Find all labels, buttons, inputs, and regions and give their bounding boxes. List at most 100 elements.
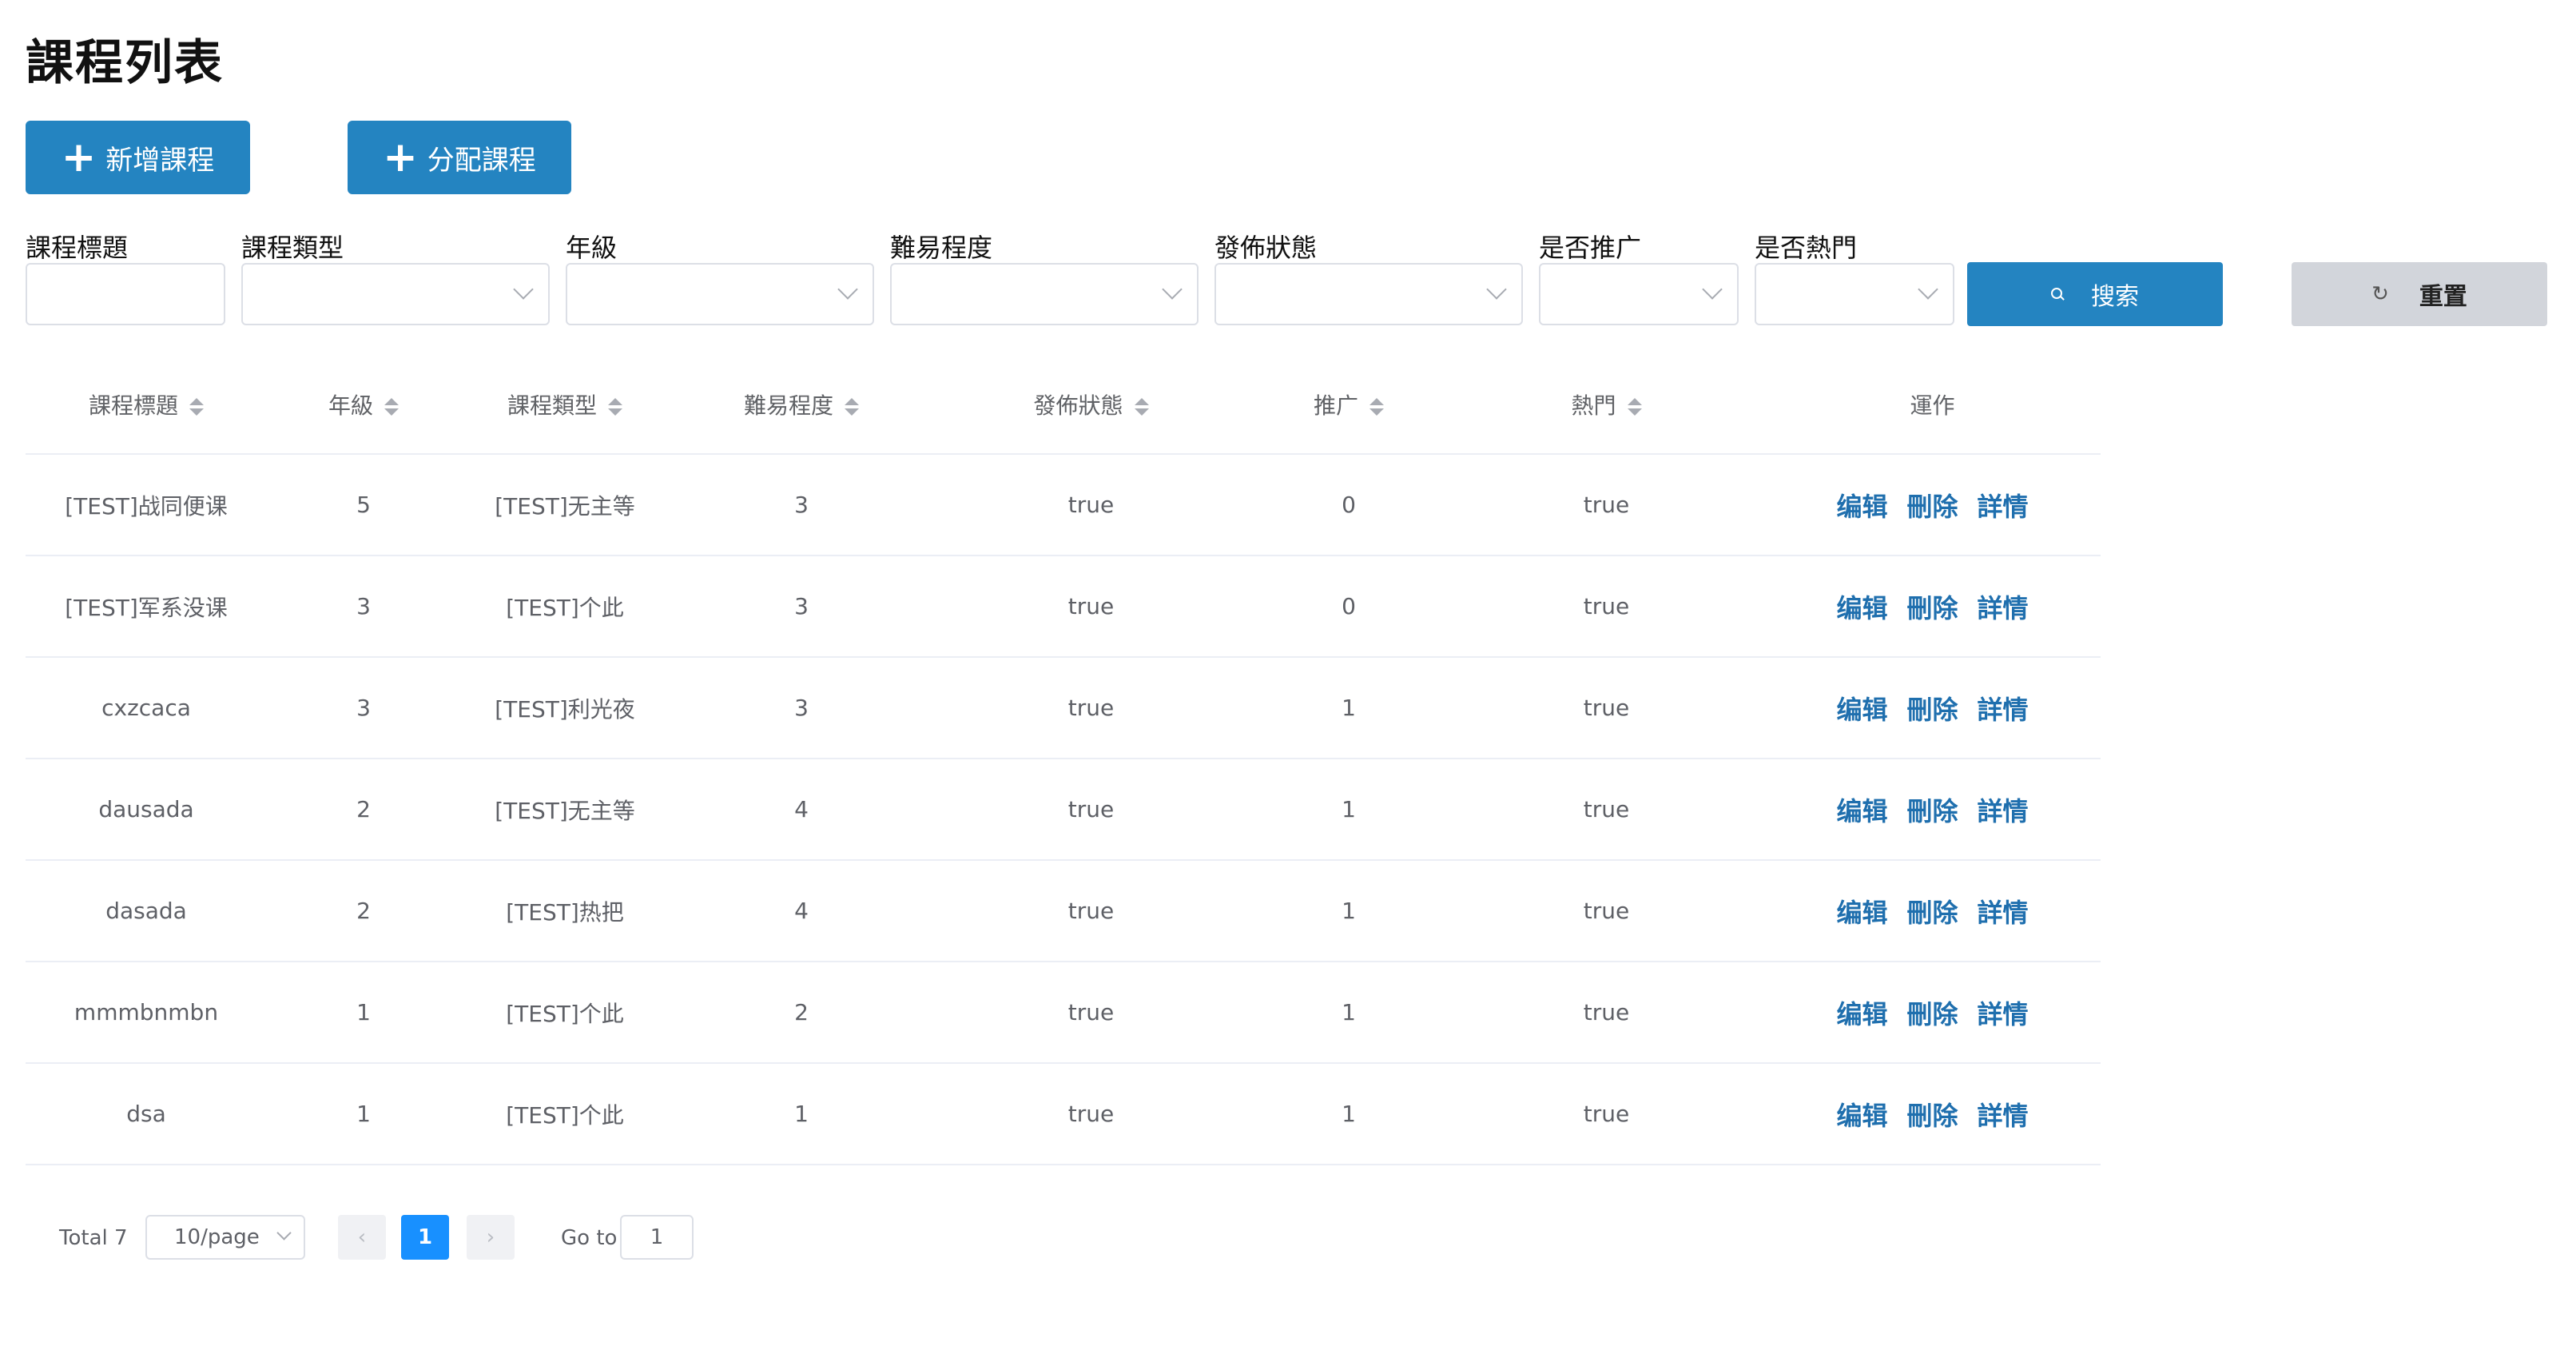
sort-icon[interactable] <box>384 398 399 416</box>
sort-icon[interactable] <box>608 398 622 416</box>
cell-title: cxzcaca <box>26 657 267 759</box>
cell-difficulty: 3 <box>670 454 933 556</box>
page-title: 課程列表 <box>26 35 224 91</box>
col-header-promote[interactable]: 推广 <box>1249 356 1449 455</box>
cell-grade: 1 <box>267 1063 460 1165</box>
delete-link[interactable]: 刪除 <box>1906 898 1958 928</box>
detail-link[interactable]: 詳情 <box>1978 695 2029 725</box>
edit-link[interactable]: 编辑 <box>1836 796 1887 826</box>
table-row: dasada 2 [TEST]热把 4 true 1 true 编辑 刪除 詳情 <box>26 860 2101 962</box>
cell-promote: 1 <box>1249 1063 1449 1165</box>
type-select[interactable] <box>241 263 550 325</box>
col-header-type[interactable]: 課程類型 <box>460 356 670 455</box>
header-label: 熱門 <box>1571 392 1616 419</box>
promote-select[interactable] <box>1539 263 1739 325</box>
goto-page-input[interactable]: 1 <box>620 1215 694 1260</box>
detail-link[interactable]: 詳情 <box>1978 492 2029 522</box>
col-header-grade[interactable]: 年級 <box>267 356 460 455</box>
hot-select[interactable] <box>1755 263 1954 325</box>
title-input-field[interactable] <box>27 265 224 324</box>
sort-icon[interactable] <box>1134 398 1149 416</box>
chevron-down-icon <box>837 279 858 300</box>
table-row: dausada 2 [TEST]无主等 4 true 1 true 编辑 刪除 詳情 <box>26 759 2101 861</box>
cell-type: [TEST]利光夜 <box>460 657 670 759</box>
delete-link[interactable]: 刪除 <box>1906 1101 1958 1131</box>
header-label: 發佈狀態 <box>1033 392 1123 419</box>
cell-hot: true <box>1449 454 1764 556</box>
search-button[interactable]: 搜索 <box>1967 262 2223 326</box>
cell-actions: 编辑 刪除 詳情 <box>1764 454 2101 556</box>
cell-grade: 1 <box>267 962 460 1064</box>
cell-grade: 2 <box>267 860 460 962</box>
table-row: mmmbnmbn 1 [TEST]个此 2 true 1 true 编辑 刪除 詳情 <box>26 962 2101 1064</box>
cell-publish: true <box>933 962 1249 1064</box>
cell-promote: 1 <box>1249 962 1449 1064</box>
sort-icon[interactable] <box>845 398 859 416</box>
delete-link[interactable]: 刪除 <box>1906 695 1958 725</box>
reset-button[interactable]: ↻ 重置 <box>2292 262 2547 326</box>
delete-link[interactable]: 刪除 <box>1906 492 1958 522</box>
detail-link[interactable]: 詳情 <box>1978 796 2029 826</box>
filter-promote-label: 是否推广 <box>1539 233 1642 263</box>
edit-link[interactable]: 编辑 <box>1836 593 1887 623</box>
chevron-left-icon: ‹ <box>357 1225 367 1249</box>
next-page-button[interactable]: › <box>467 1215 515 1260</box>
header-label: 年級 <box>328 392 373 419</box>
delete-link[interactable]: 刪除 <box>1906 796 1958 826</box>
edit-link[interactable]: 编辑 <box>1836 1101 1887 1131</box>
col-header-actions: 運作 <box>1764 356 2101 455</box>
chevron-down-icon <box>1918 279 1938 300</box>
prev-page-button[interactable]: ‹ <box>338 1215 386 1260</box>
edit-link[interactable]: 编辑 <box>1836 492 1887 522</box>
col-header-publish[interactable]: 發佈狀態 <box>933 356 1249 455</box>
chevron-down-icon <box>1162 279 1183 300</box>
edit-link[interactable]: 编辑 <box>1836 898 1887 928</box>
page-number-current[interactable]: 1 <box>401 1215 449 1260</box>
cell-type: [TEST]无主等 <box>460 759 670 861</box>
cell-grade: 3 <box>267 556 460 658</box>
cell-title: [TEST]军系没课 <box>26 556 267 658</box>
edit-link[interactable]: 编辑 <box>1836 999 1887 1029</box>
header-label: 推广 <box>1313 392 1358 419</box>
assign-course-button[interactable]: + 分配課程 <box>348 121 571 194</box>
detail-link[interactable]: 詳情 <box>1978 999 2029 1029</box>
cell-hot: true <box>1449 1063 1764 1165</box>
sort-icon[interactable] <box>1627 398 1642 416</box>
col-header-difficulty[interactable]: 難易程度 <box>670 356 933 455</box>
cell-difficulty: 4 <box>670 860 933 962</box>
cell-type: [TEST]热把 <box>460 860 670 962</box>
table-body: [TEST]战同便课 5 [TEST]无主等 3 true 0 true 编辑 刪除 詳情 [TES… <box>26 454 2101 1165</box>
refresh-icon: ↻ <box>2371 282 2389 306</box>
sort-icon[interactable] <box>189 398 204 416</box>
reset-button-label: 重置 <box>2419 283 2467 311</box>
title-input[interactable] <box>26 263 225 325</box>
page-size-select[interactable]: 10/page <box>145 1215 305 1260</box>
chevron-right-icon: › <box>486 1225 495 1249</box>
cell-title: mmmbnmbn <box>26 962 267 1064</box>
cell-difficulty: 3 <box>670 657 933 759</box>
publish-status-select[interactable] <box>1214 263 1523 325</box>
filter-hot-label: 是否熱門 <box>1755 233 1858 263</box>
detail-link[interactable]: 詳情 <box>1978 1101 2029 1131</box>
edit-link[interactable]: 编辑 <box>1836 695 1887 725</box>
cell-title: dausada <box>26 759 267 861</box>
detail-link[interactable]: 詳情 <box>1978 593 2029 623</box>
delete-link[interactable]: 刪除 <box>1906 999 1958 1029</box>
cell-difficulty: 4 <box>670 759 933 861</box>
detail-link[interactable]: 詳情 <box>1978 898 2029 928</box>
delete-link[interactable]: 刪除 <box>1906 593 1958 623</box>
add-course-button[interactable]: + 新增課程 <box>26 121 250 194</box>
difficulty-select[interactable] <box>890 263 1199 325</box>
chevron-down-icon <box>276 1225 292 1240</box>
search-icon <box>2051 288 2064 301</box>
cell-type: [TEST]个此 <box>460 556 670 658</box>
table-header-row: 課程標題 年級 課程類型 難易程度 發佈狀態 推广 熱門 運作 <box>26 356 2101 455</box>
sort-icon[interactable] <box>1369 398 1384 416</box>
cell-hot: true <box>1449 556 1764 658</box>
goto-label: Go to <box>561 1226 618 1250</box>
chevron-down-icon <box>1486 279 1507 300</box>
header-label: 課程類型 <box>507 392 597 419</box>
col-header-title[interactable]: 課程標題 <box>26 356 267 455</box>
col-header-hot[interactable]: 熱門 <box>1449 356 1764 455</box>
grade-select[interactable] <box>566 263 874 325</box>
